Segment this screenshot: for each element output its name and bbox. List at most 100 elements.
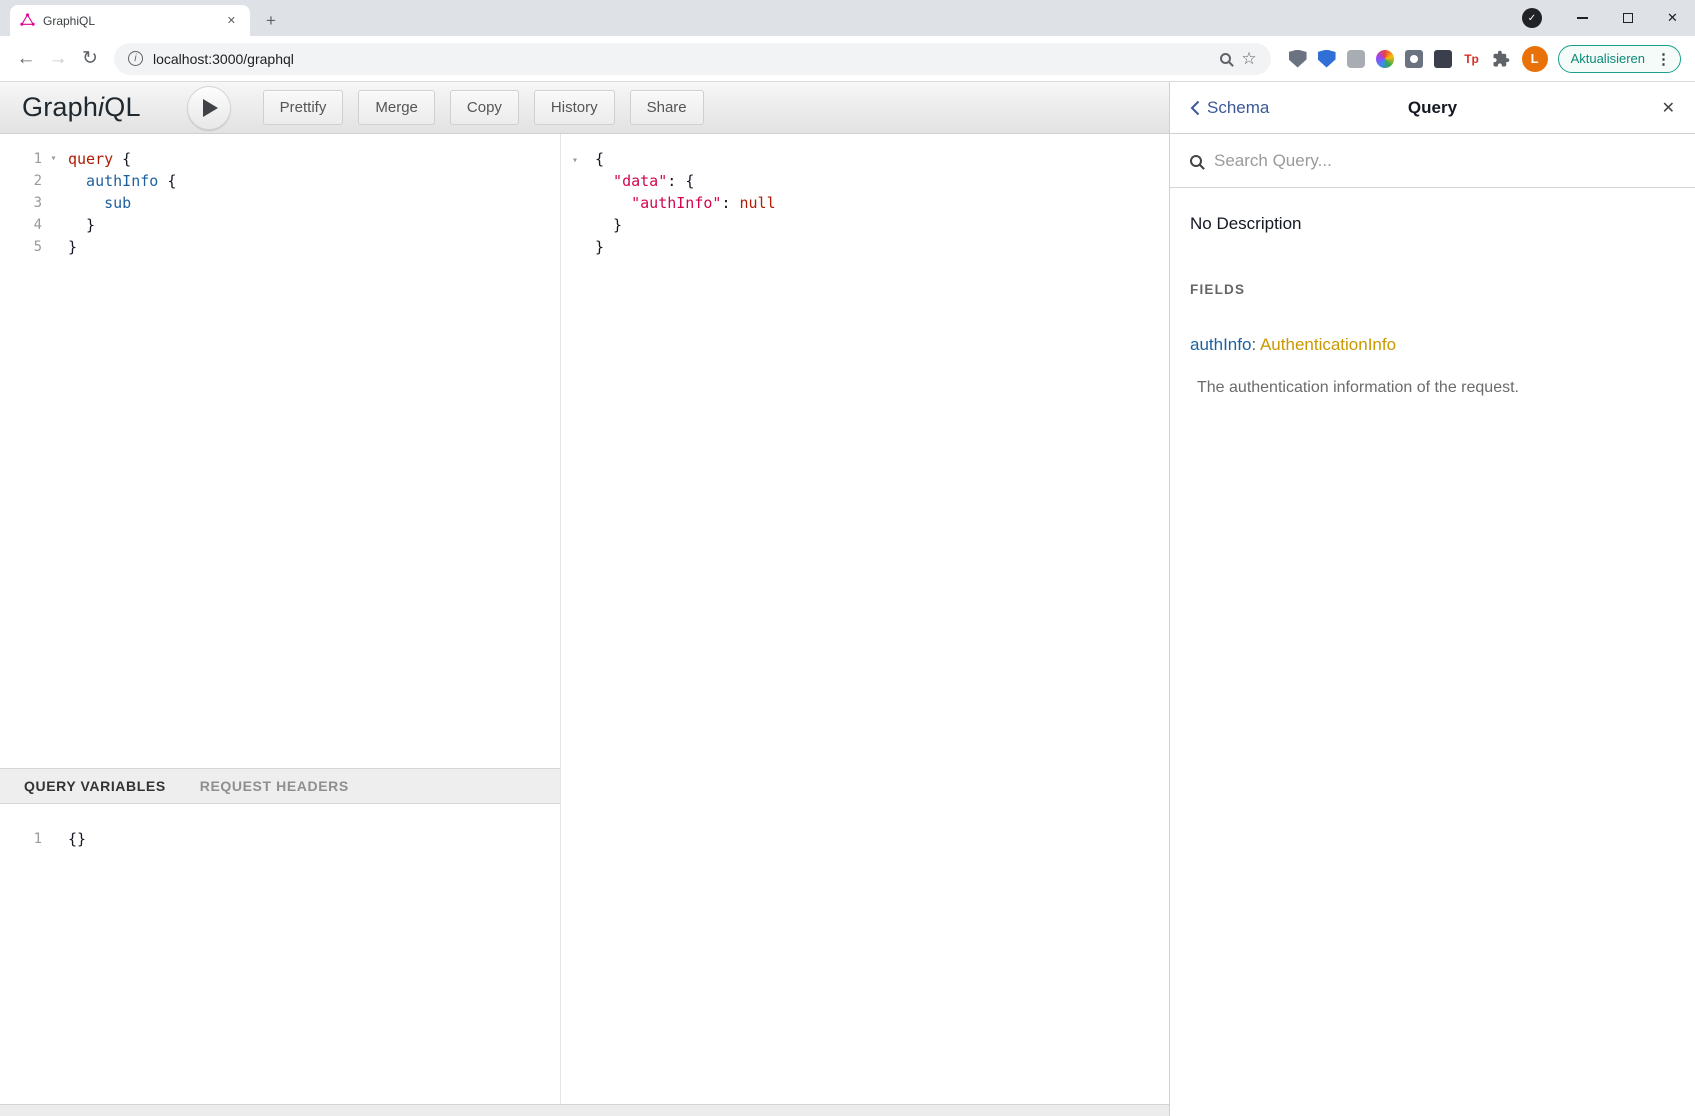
extensions-row: Tp: [1289, 50, 1510, 68]
variables-editor[interactable]: 1 {}: [0, 804, 560, 1104]
token-punctuation: }: [68, 238, 77, 256]
adblock-shield-icon[interactable]: [1289, 50, 1307, 68]
reload-icon[interactable]: ↻: [74, 43, 106, 75]
window-minimize-button[interactable]: [1560, 0, 1605, 36]
window-controls: ✓ ✕: [1522, 0, 1695, 36]
doc-explorer-panel: Schema Query ✕ No Description FIELDS aut…: [1169, 82, 1695, 1116]
tab-close-icon[interactable]: ✕: [223, 12, 240, 29]
back-icon[interactable]: ←: [10, 43, 42, 75]
token-punctuation: {}: [68, 830, 86, 848]
window-close-button[interactable]: ✕: [1650, 0, 1695, 36]
query-editor-pane: 1▾ 2 3 4 5 query { authInfo { sub } }: [0, 134, 561, 1104]
page-info-icon[interactable]: i: [128, 51, 143, 66]
window-maximize-button[interactable]: [1605, 0, 1650, 36]
docs-search-input[interactable]: [1214, 151, 1675, 171]
browser-menu-icon[interactable]: ⋮: [1651, 50, 1676, 68]
code-line: authInfo {: [68, 170, 176, 192]
docs-field-name[interactable]: authInfo: [1190, 335, 1251, 354]
minimize-icon: [1577, 17, 1588, 19]
check-icon: ✓: [1528, 13, 1536, 24]
docs-type-description: No Description: [1190, 214, 1675, 234]
code-line: {}: [68, 828, 86, 850]
token-punctuation: {: [113, 150, 131, 168]
url-text[interactable]: localhost:3000/graphql: [153, 51, 1210, 67]
tab-request-headers[interactable]: REQUEST HEADERS: [200, 778, 349, 794]
graphiql-app: GraphiQL Prettify Merge Copy History Sha…: [0, 82, 1695, 1116]
docs-fields-header: FIELDS: [1190, 282, 1675, 297]
prettify-button[interactable]: Prettify: [263, 90, 344, 125]
horizontal-scrollbar[interactable]: [0, 1104, 1169, 1116]
forward-icon[interactable]: →: [42, 43, 74, 75]
token-punctuation: :: [667, 172, 685, 190]
history-button[interactable]: History: [534, 90, 615, 125]
result-code: { "data": { "authInfo": null } }: [589, 148, 776, 1104]
tampermonkey-extension-icon[interactable]: Tp: [1463, 50, 1481, 68]
line-number: 3: [0, 192, 45, 214]
code-line: "authInfo": null: [595, 192, 776, 214]
chevron-left-icon: [1190, 100, 1200, 116]
line-number-gutter: 1: [0, 828, 62, 1104]
graphiql-main: GraphiQL Prettify Merge Copy History Sha…: [0, 82, 1169, 1116]
code-line: query {: [68, 148, 176, 170]
code-line: }: [595, 236, 776, 258]
token-punctuation: {: [158, 172, 176, 190]
docs-body: No Description FIELDS authInfo: Authenti…: [1170, 188, 1695, 423]
token-punctuation: }: [595, 238, 604, 256]
graphiql-toolbar: GraphiQL Prettify Merge Copy History Sha…: [0, 82, 1169, 134]
docs-field-type[interactable]: AuthenticationInfo: [1260, 335, 1396, 354]
token-punctuation: }: [595, 216, 622, 234]
token-punctuation: :: [721, 194, 739, 212]
docs-back-link[interactable]: Schema: [1190, 98, 1269, 118]
browser-status-badge-icon[interactable]: ✓: [1522, 8, 1542, 28]
browser-update-button[interactable]: Aktualisieren ⋮: [1558, 45, 1681, 73]
line-number: 1: [0, 148, 45, 170]
extensions-puzzle-icon[interactable]: [1492, 50, 1510, 68]
fold-arrow-icon[interactable]: ▾: [45, 148, 62, 170]
fold-arrow-icon[interactable]: ▾: [572, 155, 578, 166]
zoom-indicator-icon[interactable]: [1220, 53, 1231, 64]
code-line: {: [595, 148, 776, 170]
browser-tab[interactable]: GraphiQL ✕: [10, 5, 250, 36]
code-line: }: [68, 214, 176, 236]
bookmark-star-icon[interactable]: ☆: [1241, 49, 1256, 69]
privacy-shield-icon[interactable]: [1318, 50, 1336, 68]
share-button[interactable]: Share: [630, 90, 704, 125]
token-property: sub: [68, 194, 131, 212]
url-bar[interactable]: i localhost:3000/graphql ☆: [114, 43, 1271, 75]
query-editor[interactable]: 1▾ 2 3 4 5 query { authInfo { sub } }: [0, 134, 560, 768]
logo-text: QL: [104, 92, 140, 122]
line-number: 2: [0, 170, 45, 192]
docs-header: Schema Query ✕: [1170, 82, 1695, 134]
token-keyword: query: [68, 150, 113, 168]
tab-title: GraphiQL: [43, 14, 215, 28]
browser-window: GraphiQL ✕ + ✓ ✕ ← → ↻ i localhost:3000/…: [0, 0, 1695, 1116]
variables-header: QUERY VARIABLES REQUEST HEADERS: [0, 768, 560, 804]
variables-code: {}: [62, 828, 86, 1104]
merge-button[interactable]: Merge: [358, 90, 435, 125]
search-icon: [1190, 155, 1202, 167]
token-punctuation: {: [685, 172, 694, 190]
colorwheel-extension-icon[interactable]: [1376, 50, 1394, 68]
tab-query-variables[interactable]: QUERY VARIABLES: [24, 778, 166, 794]
line-number: 4: [0, 214, 45, 236]
query-code: query { authInfo { sub } }: [62, 148, 176, 768]
token-punctuation: }: [68, 216, 95, 234]
editors-row: 1▾ 2 3 4 5 query { authInfo { sub } }: [0, 134, 1169, 1104]
docs-close-icon[interactable]: ✕: [1662, 98, 1675, 118]
code-line: "data": {: [595, 170, 776, 192]
screenshot-camera-icon[interactable]: [1405, 50, 1423, 68]
dark-extension-icon[interactable]: [1434, 50, 1452, 68]
result-pane[interactable]: ▾ { "data": { "authInfo": null } }: [561, 134, 1169, 1104]
code-line: }: [68, 236, 176, 258]
token-key: "data": [595, 172, 667, 190]
extension-generic-icon[interactable]: [1347, 50, 1365, 68]
new-tab-button[interactable]: +: [260, 12, 282, 29]
docs-field-colon: :: [1251, 335, 1260, 354]
profile-avatar[interactable]: L: [1522, 46, 1548, 72]
camera-lens-icon: [1410, 55, 1418, 63]
execute-button[interactable]: [187, 86, 231, 130]
browser-tab-strip: GraphiQL ✕ + ✓ ✕: [0, 0, 1695, 36]
copy-button[interactable]: Copy: [450, 90, 519, 125]
code-line: }: [595, 214, 776, 236]
play-icon: [203, 99, 218, 117]
